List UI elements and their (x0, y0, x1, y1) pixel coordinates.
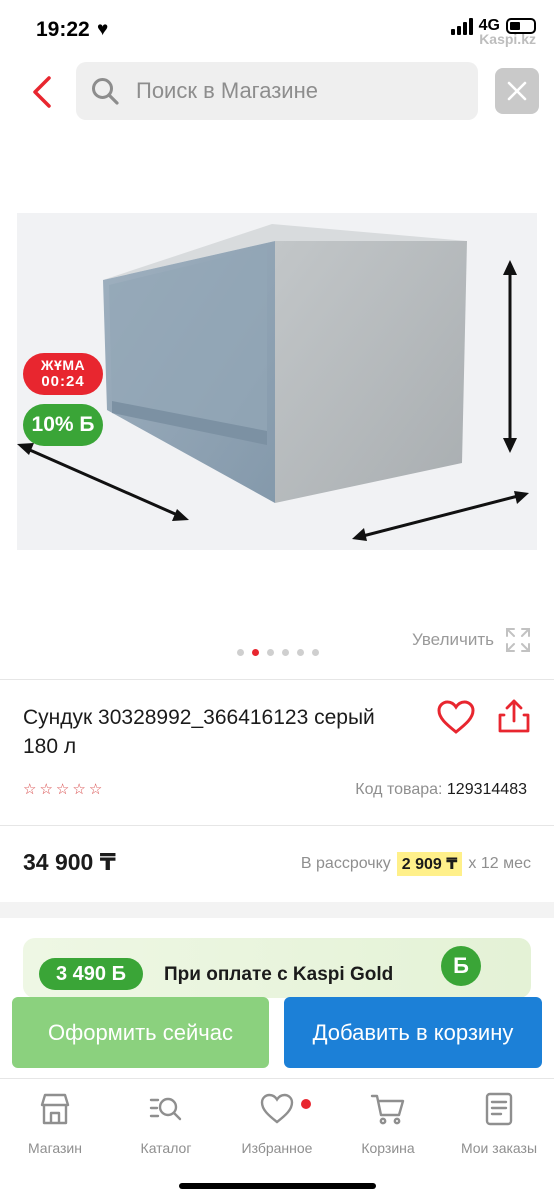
gallery-pagination (237, 649, 319, 656)
store-icon (40, 1093, 70, 1125)
tab-orders[interactable]: Мои заказы (444, 1091, 554, 1156)
star-outline-icon: ☆ (72, 781, 86, 798)
catalog-search-icon (149, 1097, 182, 1121)
heart-icon (437, 700, 475, 734)
friday-promo-badge: ЖҰМА 00:24 (23, 353, 103, 395)
orders-icon (485, 1092, 513, 1126)
pagination-dot[interactable] (267, 649, 274, 656)
tab-label: Корзина (361, 1140, 415, 1156)
product-code: Код товара: 129314483 (355, 781, 527, 799)
search-placeholder: Поиск в Магазине (136, 78, 318, 103)
share-icon (498, 699, 530, 733)
star-outline-icon: ☆ (39, 781, 53, 798)
close-search-button[interactable] (495, 68, 539, 114)
tab-favorites[interactable]: Избранное (222, 1091, 332, 1156)
favorite-button[interactable] (436, 698, 476, 738)
bonus-badge: 10% Б (23, 404, 103, 446)
promo-timer: 00:24 (41, 373, 85, 390)
product-price: 34 900 ₸ (23, 849, 116, 875)
product-code-label: Код товара: (355, 781, 443, 798)
bonus-coin-icon: Б (441, 946, 481, 986)
tab-catalog[interactable]: Каталог (111, 1091, 221, 1156)
bottom-tab-bar: Магазин Каталог Избранное Корзина Мои за… (0, 1078, 554, 1200)
zoom-label: Увеличить (412, 630, 494, 649)
tab-label: Избранное (241, 1140, 313, 1156)
pagination-dot[interactable] (282, 649, 289, 656)
installment-info[interactable]: В рассрочку 2 909 ₸ x 12 мес (301, 852, 531, 876)
divider (0, 825, 554, 826)
expand-icon (506, 628, 530, 652)
star-outline-icon: ☆ (55, 781, 70, 798)
pagination-dot-active[interactable] (252, 649, 259, 656)
product-title: Сундук 30328992_366416123 серый 180 л (23, 706, 375, 758)
kaspi-gold-banner[interactable]: 3 490 Б При оплате с Kaspi Gold Б (23, 938, 531, 998)
promo-title: ЖҰМА (40, 357, 86, 373)
home-indicator[interactable] (179, 1183, 376, 1189)
signal-icon (450, 17, 473, 35)
tab-cart[interactable]: Корзина (333, 1091, 443, 1156)
pagination-dot[interactable] (297, 649, 304, 656)
tab-label: Мои заказы (460, 1140, 538, 1156)
cart-icon (370, 1094, 405, 1125)
gold-banner-text: При оплате с Kaspi Gold (164, 964, 394, 985)
watermark: Kaspi.kz (479, 31, 536, 47)
add-to-cart-button[interactable]: Добавить в корзину (284, 997, 542, 1068)
tab-store[interactable]: Магазин (0, 1091, 110, 1156)
zoom-button[interactable]: Увеличить (412, 626, 532, 654)
installment-prefix: В рассрочку (300, 855, 391, 872)
share-button[interactable] (494, 697, 534, 737)
back-button[interactable] (24, 70, 60, 114)
tab-label: Магазин (27, 1140, 82, 1156)
rating-stars[interactable]: ☆ ☆ ☆ ☆ ☆ (23, 781, 102, 799)
divider (0, 679, 554, 680)
notification-dot (301, 1099, 311, 1109)
pagination-dot[interactable] (312, 649, 319, 656)
close-icon (507, 81, 527, 101)
installment-amount: 2 909 ₸ (396, 852, 463, 876)
status-bar: 19:22 ♥ 4G Kaspi.kz (0, 0, 554, 60)
search-input[interactable]: Поиск в Магазине (76, 62, 478, 120)
pagination-dot[interactable] (237, 649, 244, 656)
status-time: 19:22 (36, 18, 90, 41)
product-code-value: 129314483 (446, 781, 527, 798)
star-outline-icon: ☆ (88, 781, 103, 798)
heart-icon (260, 1093, 294, 1124)
checkout-now-button[interactable]: Оформить сейчас (12, 997, 269, 1068)
chevron-left-icon (33, 76, 51, 108)
star-outline-icon: ☆ (23, 781, 37, 798)
tab-label: Каталог (140, 1140, 192, 1156)
heart-status-icon: ♥ (97, 19, 109, 40)
installment-suffix: x 12 мес (468, 855, 531, 872)
section-separator (0, 902, 554, 918)
search-icon (92, 78, 119, 105)
gold-bonus-amount: 3 490 Б (39, 958, 143, 990)
